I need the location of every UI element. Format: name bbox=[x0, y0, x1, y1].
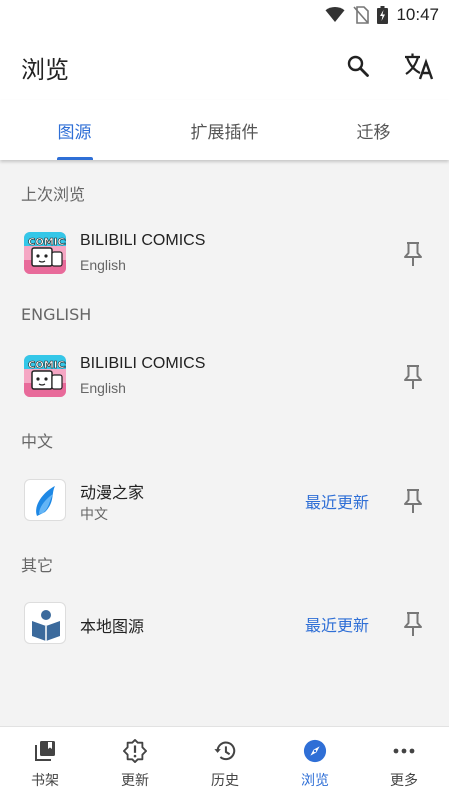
nav-library[interactable]: 书架 bbox=[0, 727, 90, 798]
nav-label: 浏览 bbox=[301, 773, 329, 789]
section-header-last-used: 上次浏览 bbox=[21, 185, 86, 204]
source-language: 中文 bbox=[80, 507, 108, 523]
search-button[interactable] bbox=[342, 50, 374, 82]
pin-icon bbox=[404, 365, 422, 389]
source-language: English bbox=[80, 257, 126, 273]
pin-button[interactable] bbox=[398, 486, 428, 516]
page-title: 浏览 bbox=[21, 56, 69, 84]
source-row-bilibili-english[interactable]: COMICS BILIBILI COMICS English bbox=[0, 344, 449, 408]
local-source-icon bbox=[24, 602, 66, 644]
dmzj-logo bbox=[24, 479, 66, 521]
source-title: BILIBILI COMICS bbox=[80, 232, 206, 249]
latest-button[interactable]: 最近更新 bbox=[305, 489, 369, 513]
compass-icon bbox=[303, 739, 327, 763]
source-title: 动漫之家 bbox=[80, 483, 145, 502]
nav-label: 历史 bbox=[211, 773, 239, 789]
library-icon bbox=[33, 739, 57, 763]
wifi-icon bbox=[325, 7, 345, 22]
nav-label: 书架 bbox=[31, 773, 59, 789]
no-sim-icon bbox=[353, 6, 370, 24]
tab-indicator bbox=[57, 157, 93, 160]
pin-button[interactable] bbox=[398, 609, 428, 639]
bilibili-comics-logo: COMICS bbox=[24, 232, 66, 274]
status-bar: 10:47 bbox=[0, 0, 449, 32]
translate-icon bbox=[405, 53, 434, 80]
bottom-nav: 书架 更新 历史 浏览 更多 bbox=[0, 726, 449, 798]
tab-sources[interactable]: 图源 bbox=[0, 100, 149, 160]
tab-extensions[interactable]: 扩展插件 bbox=[150, 100, 299, 160]
source-row-bilibili-last-used[interactable]: COMICS BILIBILI COMICS English bbox=[0, 221, 449, 285]
nav-browse[interactable]: 浏览 bbox=[270, 727, 360, 798]
pin-icon bbox=[404, 489, 422, 513]
more-icon bbox=[392, 739, 416, 763]
section-header-chinese: 中文 bbox=[21, 432, 54, 451]
nav-history[interactable]: 历史 bbox=[180, 727, 270, 798]
tab-bar: 图源 扩展插件 迁移 bbox=[0, 100, 449, 160]
app-bar: 浏览 bbox=[0, 32, 449, 100]
status-time: 10:47 bbox=[396, 5, 439, 24]
section-header-english: ENGLISH bbox=[21, 305, 92, 324]
translate-button[interactable] bbox=[403, 50, 435, 82]
nav-label: 更多 bbox=[390, 773, 418, 789]
source-row-local[interactable]: 本地图源 最近更新 bbox=[0, 591, 449, 655]
bilibili-comics-logo: COMICS bbox=[24, 355, 66, 397]
nav-more[interactable]: 更多 bbox=[359, 727, 449, 798]
updates-icon bbox=[123, 739, 147, 763]
source-title: 本地图源 bbox=[80, 617, 145, 636]
svg-text:COMICS: COMICS bbox=[28, 237, 66, 248]
source-title: BILIBILI COMICS bbox=[80, 355, 206, 372]
source-language: English bbox=[80, 380, 126, 396]
svg-text:COMICS: COMICS bbox=[28, 360, 66, 371]
history-icon bbox=[213, 739, 237, 763]
search-icon bbox=[347, 55, 369, 77]
tab-migrate[interactable]: 迁移 bbox=[299, 100, 448, 160]
nav-updates[interactable]: 更新 bbox=[90, 727, 180, 798]
pin-button[interactable] bbox=[398, 362, 428, 392]
pin-icon bbox=[404, 612, 422, 636]
pin-button[interactable] bbox=[398, 239, 428, 269]
pin-icon bbox=[404, 242, 422, 266]
battery-charging-icon bbox=[377, 6, 389, 24]
status-icons: 10:47 bbox=[325, 5, 439, 25]
latest-button[interactable]: 最近更新 bbox=[305, 612, 369, 636]
nav-label: 更新 bbox=[121, 773, 149, 789]
source-row-dmzj[interactable]: 动漫之家 中文 最近更新 bbox=[0, 468, 449, 532]
section-header-other: 其它 bbox=[21, 556, 54, 575]
